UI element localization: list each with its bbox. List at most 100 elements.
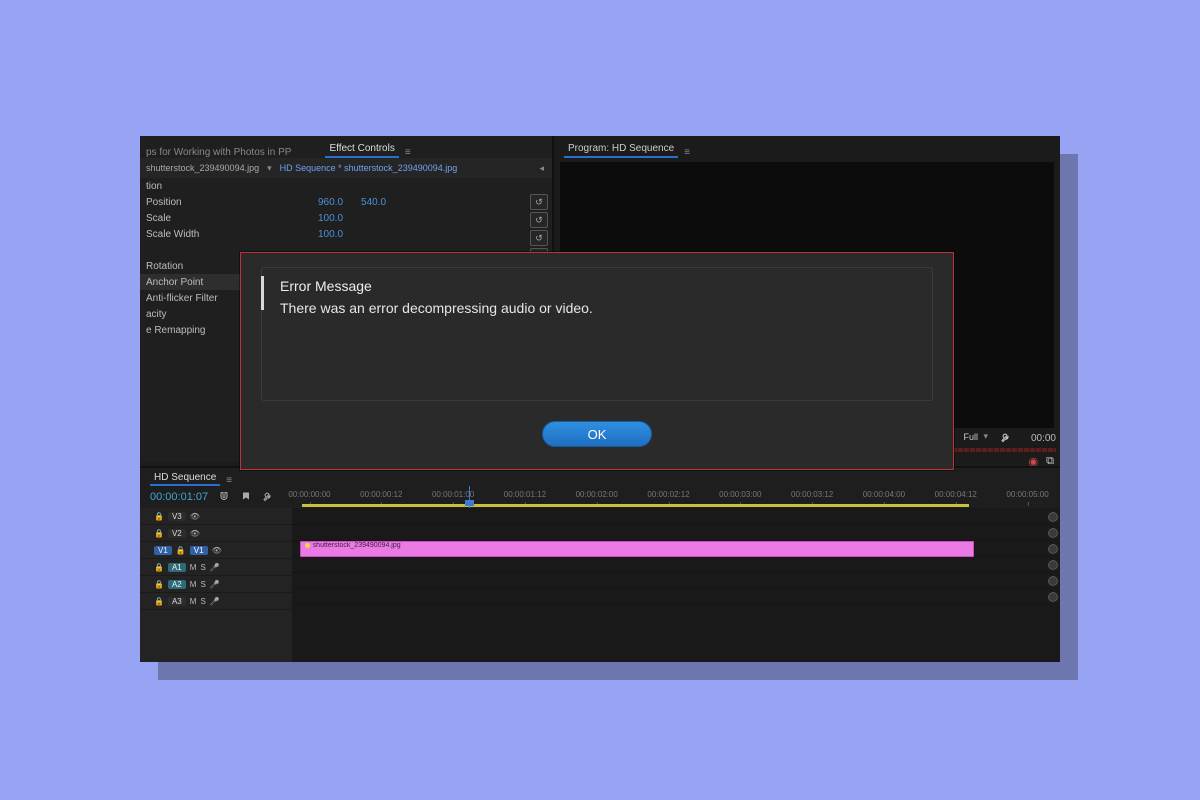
time-ruler[interactable]: 00:00:00:0000:00:00:1200:00:01:0000:00:0… bbox=[302, 490, 1050, 504]
track-badge[interactable]: V2 bbox=[168, 529, 186, 538]
track-badge[interactable]: A1 bbox=[168, 563, 186, 572]
property-label: Scale bbox=[146, 213, 318, 224]
track-headers: 🔒V3👁🔒V2👁V1🔒V1👁🔒A1MS🎤🔒A2MS🎤🔒A3MS🎤 bbox=[140, 508, 292, 662]
snap-icon[interactable] bbox=[218, 491, 230, 503]
track-output-toggle[interactable] bbox=[1048, 592, 1058, 602]
track-output-toggle[interactable] bbox=[1048, 560, 1058, 570]
solo-toggle[interactable]: S bbox=[200, 580, 205, 589]
error-message: There was an error decompressing audio o… bbox=[280, 300, 920, 316]
panel-menu-icon[interactable]: ≡ bbox=[405, 147, 411, 158]
source-patch[interactable]: V1 bbox=[154, 546, 172, 555]
track-output-toggle[interactable] bbox=[1048, 528, 1058, 538]
dropdown-icon[interactable]: ▾ bbox=[267, 163, 272, 174]
ruler-tick: 00:00:02:00 bbox=[576, 490, 618, 499]
solo-toggle[interactable]: S bbox=[200, 597, 205, 606]
track-header-v3[interactable]: 🔒 V3 👁 bbox=[140, 508, 292, 525]
property-row[interactable]: tion bbox=[140, 178, 552, 194]
property-value[interactable]: 960.0 bbox=[318, 197, 343, 208]
property-value[interactable]: 100.0 bbox=[318, 213, 343, 224]
timeline-tabbar: HD Sequence ≡ bbox=[140, 468, 1060, 486]
track-header-a2[interactable]: 🔒 A2 MS 🎤 bbox=[140, 576, 292, 593]
lock-icon[interactable]: 🔒 bbox=[154, 512, 164, 521]
error-box: Error Message There was an error decompr… bbox=[261, 267, 933, 401]
reset-button[interactable]: ↺ bbox=[530, 194, 548, 210]
error-title: Error Message bbox=[280, 278, 920, 294]
reset-button[interactable]: ↺ bbox=[530, 212, 548, 228]
ruler-tick: 00:00:00:12 bbox=[360, 490, 402, 499]
error-accent bbox=[261, 276, 264, 310]
track-header-v1[interactable]: V1 🔒 V1 👁 bbox=[140, 542, 292, 559]
lock-icon[interactable]: 🔒 bbox=[154, 563, 164, 572]
track-badge[interactable]: A2 bbox=[168, 580, 186, 589]
track-output-toggle[interactable] bbox=[1048, 512, 1058, 522]
track-badge[interactable]: A3 bbox=[168, 597, 186, 606]
ruler-tick: 00:00:02:12 bbox=[647, 490, 689, 499]
panel-menu-icon[interactable]: ≡ bbox=[226, 475, 232, 486]
eye-icon[interactable]: 👁 bbox=[212, 546, 222, 555]
tab-effect-controls[interactable]: Effect Controls bbox=[325, 141, 398, 158]
track-lane-a1[interactable] bbox=[292, 556, 1050, 573]
property-value[interactable]: 100.0 bbox=[318, 229, 343, 240]
mute-toggle[interactable]: M bbox=[190, 563, 197, 572]
track-lane-a3[interactable] bbox=[292, 588, 1050, 605]
reset-button[interactable]: ↺ bbox=[530, 230, 548, 246]
mic-icon[interactable]: 🎤 bbox=[210, 597, 220, 606]
marker-icon[interactable] bbox=[240, 491, 252, 503]
mute-toggle[interactable]: M bbox=[190, 597, 197, 606]
mic-icon[interactable]: 🎤 bbox=[210, 580, 220, 589]
collapse-icon[interactable]: ◂ bbox=[539, 163, 544, 174]
track-badge[interactable]: V1 bbox=[190, 546, 208, 555]
property-row[interactable]: Scale100.0 bbox=[140, 210, 552, 226]
property-value[interactable]: 540.0 bbox=[361, 197, 386, 208]
track-badge[interactable]: V3 bbox=[168, 512, 186, 521]
timeline-clip[interactable]: shutterstock_239490094.jpg bbox=[300, 541, 974, 557]
ok-button[interactable]: OK bbox=[542, 421, 652, 447]
settings-icon[interactable] bbox=[262, 491, 274, 503]
effects-breadcrumb: shutterstock_239490094.jpg ▾ HD Sequence… bbox=[140, 158, 552, 178]
track-header-a3[interactable]: 🔒 A3 MS 🎤 bbox=[140, 593, 292, 610]
source-clip-name: shutterstock_239490094.jpg bbox=[146, 163, 259, 173]
timeline-ruler-area[interactable]: 00:00:00:0000:00:00:1200:00:01:0000:00:0… bbox=[302, 486, 1060, 508]
timeline-header: 00:00:01:07 00:00:00:0000:00:00:1200:00:… bbox=[140, 486, 1060, 508]
timeline-panel: HD Sequence ≡ 00:00:01:07 00:00:00:0000:… bbox=[140, 466, 1060, 662]
ruler-tick: 00:00:01:12 bbox=[504, 490, 546, 499]
ruler-tick: 00:00:04:12 bbox=[935, 490, 977, 499]
track-lane-v2[interactable] bbox=[292, 524, 1050, 541]
mute-toggle[interactable]: M bbox=[190, 580, 197, 589]
track-lane-v3[interactable] bbox=[292, 508, 1050, 525]
track-header-v2[interactable]: 🔒 V2 👁 bbox=[140, 525, 292, 542]
effects-tabbar: ps for Working with Photos in PP Effect … bbox=[140, 136, 552, 158]
property-row[interactable]: Scale Width100.0 bbox=[140, 226, 552, 242]
solo-toggle[interactable]: S bbox=[200, 563, 205, 572]
track-output-toggle[interactable] bbox=[1048, 576, 1058, 586]
track-lane-a2[interactable] bbox=[292, 572, 1050, 589]
track-output-toggle[interactable] bbox=[1048, 544, 1058, 554]
mic-icon[interactable]: 🎤 bbox=[210, 563, 220, 572]
ruler-tick: 00:00:03:12 bbox=[791, 490, 833, 499]
track-area[interactable]: shutterstock_239490094.jpg bbox=[292, 508, 1060, 662]
fx-badge-icon bbox=[305, 543, 310, 548]
timeline-timecode[interactable]: 00:00:01:07 bbox=[150, 491, 208, 503]
eye-icon[interactable]: 👁 bbox=[190, 512, 200, 521]
property-label: Scale Width bbox=[146, 229, 318, 240]
lock-icon[interactable]: 🔒 bbox=[154, 529, 164, 538]
lock-icon[interactable]: 🔒 bbox=[176, 546, 186, 555]
eye-icon[interactable]: 👁 bbox=[190, 529, 200, 538]
tab-program[interactable]: Program: HD Sequence bbox=[564, 141, 678, 158]
sequence-path[interactable]: HD Sequence * shutterstock_239490094.jpg bbox=[280, 163, 458, 173]
wrench-icon[interactable] bbox=[1000, 432, 1012, 444]
tab-sequence[interactable]: HD Sequence bbox=[150, 471, 220, 486]
panel-menu-icon[interactable]: ≡ bbox=[684, 147, 690, 158]
ruler-tick: 00:00:03:00 bbox=[719, 490, 761, 499]
property-label: tion bbox=[146, 181, 318, 192]
track-header-a1[interactable]: 🔒 A1 MS 🎤 bbox=[140, 559, 292, 576]
ruler-tick: 00:00:04:00 bbox=[863, 490, 905, 499]
chevron-down-icon[interactable]: ▾ bbox=[983, 431, 988, 442]
lock-icon[interactable]: 🔒 bbox=[154, 597, 164, 606]
tab-tips[interactable]: ps for Working with Photos in PP bbox=[146, 147, 291, 158]
lock-icon[interactable]: 🔒 bbox=[154, 580, 164, 589]
work-area-bar[interactable] bbox=[302, 504, 969, 507]
zoom-level[interactable]: Full bbox=[963, 432, 978, 442]
property-row[interactable]: Position960.0540.0 bbox=[140, 194, 552, 210]
app-window: ps for Working with Photos in PP Effect … bbox=[140, 136, 1060, 662]
